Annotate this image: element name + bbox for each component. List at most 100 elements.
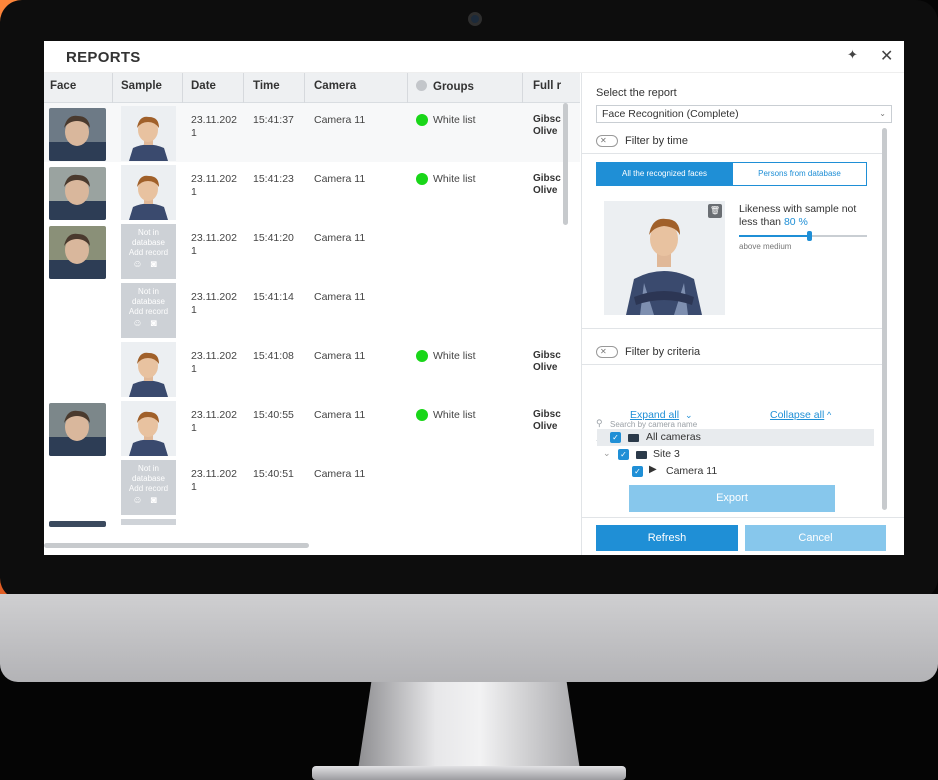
divider [582, 153, 882, 154]
likeness-slider[interactable] [739, 231, 867, 241]
tree-item-all-cameras[interactable]: ✓ All cameras [597, 429, 874, 446]
likeness-slider-handle[interactable] [807, 231, 813, 241]
group-status-icon [416, 80, 427, 91]
not-in-db-actions: ☺◙ [121, 496, 176, 506]
face-thumbnail[interactable] [49, 403, 106, 456]
sample-thumbnail[interactable] [121, 106, 176, 161]
not-in-db-line1: Not in [138, 464, 159, 473]
face-icon[interactable]: ☺ [132, 318, 150, 329]
sample-thumbnail[interactable] [121, 519, 176, 525]
not-in-db-line2: database [132, 474, 165, 483]
panel-scrollbar[interactable] [882, 128, 887, 510]
column-divider [112, 73, 113, 103]
column-groups[interactable]: Groups [416, 80, 474, 93]
not-in-db-line1: Not in [138, 287, 159, 296]
camera-icon[interactable]: ◙ [151, 318, 165, 329]
table-row[interactable]: 23.11.202 1 15:40:55 Camera 11 White list Gi… [44, 398, 580, 457]
face-thumbnail[interactable] [49, 521, 106, 527]
table-horizontal-scrollbar[interactable] [44, 543, 309, 548]
collapse-all-link[interactable]: Collapse all [770, 409, 824, 421]
status-dot-icon [416, 173, 428, 185]
monitor-stand [358, 682, 580, 770]
cell-full-name: Gibsc Olive [533, 409, 561, 432]
sample-thumbnail[interactable] [121, 401, 176, 456]
cell-group: White list [433, 173, 476, 185]
not-in-db-actions: ☺◙ [121, 260, 176, 270]
table-row[interactable]: Not in database Add record ☺◙ 23.11.202 1 15:… [44, 280, 580, 339]
table-header: Face Sample Date Time Camera Groups Full… [44, 73, 580, 103]
cell-full-name: Gibsc Olive [533, 114, 561, 137]
refresh-button[interactable]: Refresh [596, 525, 738, 551]
cell-camera: Camera 11 [314, 291, 366, 303]
cell-time: 15:41:08 [253, 350, 294, 362]
chevron-down-icon: ⌄ [685, 410, 693, 420]
sample-thumbnail[interactable] [121, 165, 176, 220]
cell-date: 23.11.202 1 [191, 409, 237, 434]
table-row[interactable]: Not in database Add record ☺◙ 23.11.202 1 15:… [44, 221, 580, 280]
tree-item-camera-11[interactable]: ✓ ▶ Camera 11 [597, 463, 874, 480]
cancel-button[interactable]: Cancel [745, 525, 886, 551]
not-in-database-placeholder: Not in database Add record ☺◙ [121, 283, 176, 338]
column-full-name[interactable]: Full r [533, 80, 561, 92]
not-in-db-line1: Not in [138, 228, 159, 237]
table-vertical-scrollbar[interactable] [563, 103, 568, 225]
column-time[interactable]: Time [253, 80, 280, 92]
table-row[interactable] [44, 516, 580, 543]
cell-group: White list [433, 409, 476, 421]
checkbox-checked-icon[interactable]: ✓ [618, 449, 629, 460]
folder-icon [628, 434, 639, 442]
checkbox-checked-icon[interactable]: ✓ [632, 466, 643, 477]
pin-icon[interactable]: ✦ [847, 47, 858, 63]
monitor-chin [0, 594, 938, 682]
cell-date: 23.11.202 1 [191, 350, 237, 375]
add-record-link[interactable]: Add record [121, 307, 176, 317]
expand-all-link[interactable]: Expand all [630, 409, 679, 421]
webcam-icon [468, 12, 482, 26]
tree-item-site-3[interactable]: ⌄ ✓ Site 3 [597, 446, 874, 463]
filter-criteria-toggle[interactable]: ✕ [596, 346, 618, 358]
face-icon[interactable]: ☺ [132, 259, 150, 270]
export-button[interactable]: Export [629, 485, 835, 512]
column-groups-label: Groups [433, 81, 474, 93]
column-face[interactable]: Face [50, 80, 76, 92]
column-divider [243, 73, 244, 103]
search-icon: ⚲ [596, 418, 603, 428]
tab-persons-from-database[interactable]: Persons from database [732, 162, 867, 186]
cell-camera: Camera 11 [314, 232, 366, 244]
table-row[interactable]: 23.11.202 1 15:41:23 Camera 11 White list Gi… [44, 162, 580, 221]
table-row[interactable]: Not in database Add record ☺◙ 23.11.202 1 15:… [44, 457, 580, 516]
trash-icon[interactable]: 🗑 [708, 204, 722, 218]
status-dot-icon [416, 114, 428, 126]
filter-time-label: Filter by time [625, 135, 688, 147]
column-date[interactable]: Date [191, 80, 216, 92]
folder-icon [636, 451, 647, 459]
monitor-base [312, 766, 626, 780]
column-camera[interactable]: Camera [314, 80, 356, 92]
column-sample[interactable]: Sample [121, 80, 162, 92]
table-row[interactable]: 23.11.202 1 15:41:37 Camera 11 White list Gi… [44, 103, 580, 162]
cell-date: 23.11.202 1 [191, 468, 237, 493]
status-dot-icon [416, 350, 428, 362]
add-record-link[interactable]: Add record [121, 248, 176, 258]
face-icon[interactable]: ☺ [132, 495, 150, 506]
checkbox-checked-icon[interactable]: ✓ [610, 432, 621, 443]
tab-all-recognized-faces[interactable]: All the recognized faces [596, 162, 733, 186]
face-thumbnail[interactable] [49, 226, 106, 279]
cell-time: 15:40:55 [253, 409, 294, 421]
cell-full-name: Gibsc Olive [533, 173, 561, 196]
window-title: REPORTS [66, 49, 141, 66]
report-type-select[interactable]: Face Recognition (Complete) ⌄ [596, 105, 892, 123]
face-thumbnail[interactable] [49, 167, 106, 220]
filter-time-toggle[interactable]: ✕ [596, 135, 618, 147]
table-row[interactable]: 23.11.202 1 15:41:08 Camera 11 White list Gi… [44, 339, 580, 398]
add-record-link[interactable]: Add record [121, 484, 176, 494]
camera-icon[interactable]: ◙ [151, 259, 165, 270]
camera-icon[interactable]: ◙ [151, 495, 165, 506]
close-icon[interactable]: ✕ [880, 46, 893, 66]
face-thumbnail[interactable] [49, 108, 106, 161]
sample-thumbnail[interactable] [121, 342, 176, 397]
divider [582, 364, 882, 365]
chevron-down-icon[interactable]: ⌄ [603, 448, 611, 459]
filter-criteria-label: Filter by criteria [625, 346, 701, 358]
camera-search-input[interactable]: Search by camera name [610, 420, 697, 429]
